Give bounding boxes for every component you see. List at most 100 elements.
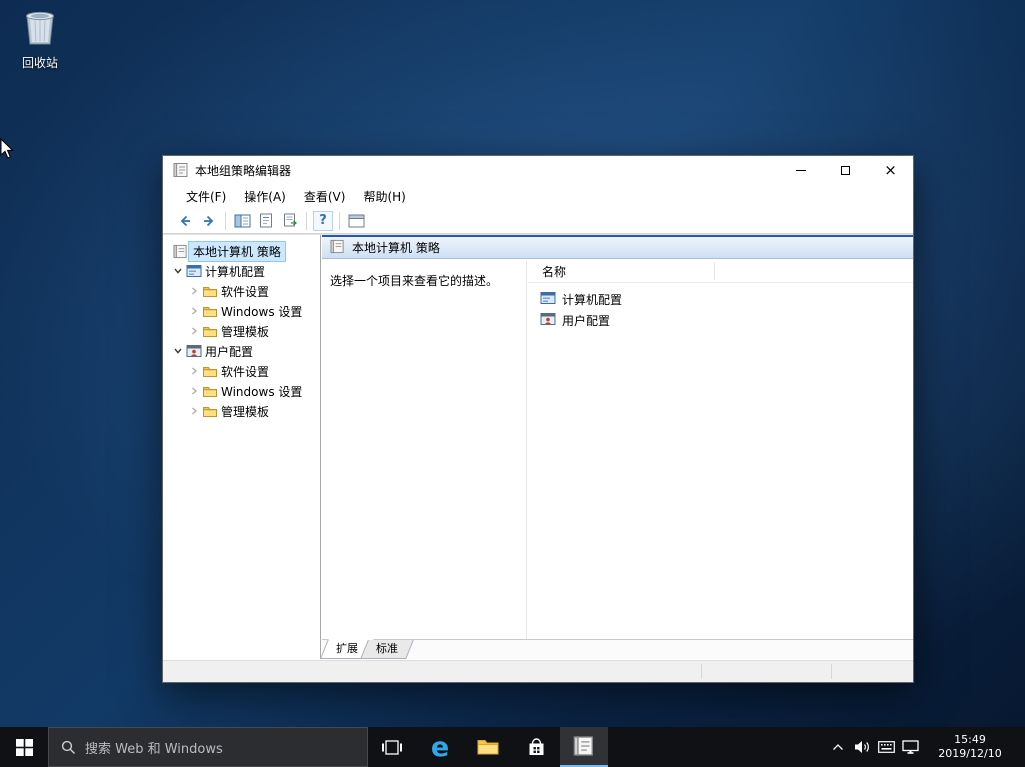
taskbar: 搜索 Web 和 Windows e: [0, 727, 1025, 767]
gpedit-icon: [173, 162, 189, 178]
new-window-button[interactable]: [344, 210, 368, 232]
folder-icon: [201, 323, 219, 339]
name-column-label: 名称: [542, 263, 566, 280]
result-header: 本地计算机 策略: [322, 235, 913, 259]
column-separator[interactable]: [714, 263, 715, 280]
tree-item-label: 计算机配置: [203, 263, 267, 280]
export-list-button[interactable]: [278, 210, 302, 232]
desktop: { "desktop": { "recycle_bin_label": "回收站…: [0, 0, 1025, 767]
help-icon: ?: [313, 211, 333, 231]
user-config-icon: [185, 343, 203, 359]
tree-item-administrative-templates[interactable]: 管理模板: [163, 401, 320, 421]
tree-item-label: Windows 设置: [219, 383, 304, 400]
folder-icon: [201, 403, 219, 419]
menu-bar: 文件(F) 操作(A) 查看(V) 帮助(H): [163, 184, 913, 208]
chevron-collapsed-icon[interactable]: [187, 306, 201, 316]
menu-action[interactable]: 操作(A): [235, 185, 295, 208]
tray-network-button[interactable]: [898, 727, 922, 767]
taskbar-search[interactable]: 搜索 Web 和 Windows: [48, 727, 368, 767]
toolbar-divider: [306, 212, 307, 230]
gpedit-taskbar-button[interactable]: [560, 727, 608, 767]
edge-button[interactable]: e: [416, 727, 464, 767]
gpedit-icon: [171, 244, 189, 259]
close-button[interactable]: ×: [868, 156, 913, 184]
computer-config-icon: [540, 290, 556, 309]
tray-volume-button[interactable]: [850, 727, 874, 767]
forward-button[interactable]: [197, 210, 221, 232]
show-console-tree-button[interactable]: [230, 210, 254, 232]
gpedit-window: 本地组策略编辑器 × 文件(F) 操作(A) 查看(V) 帮助(H): [162, 155, 914, 683]
minimize-button[interactable]: [778, 156, 823, 184]
chevron-collapsed-icon[interactable]: [187, 326, 201, 336]
back-icon: [177, 213, 193, 229]
store-button[interactable]: [512, 727, 560, 767]
task-view-icon: [382, 740, 402, 755]
menu-file[interactable]: 文件(F): [177, 185, 235, 208]
search-placeholder: 搜索 Web 和 Windows: [85, 738, 223, 757]
back-button[interactable]: [173, 210, 197, 232]
view-tabs: 扩展 标准: [322, 639, 913, 659]
chevron-collapsed-icon[interactable]: [187, 386, 201, 396]
tree-item-administrative-templates[interactable]: 管理模板: [163, 321, 320, 341]
tree-item-label: Windows 设置: [219, 303, 304, 320]
items-list: 名称 计算机配置: [528, 261, 913, 639]
folder-icon: [201, 363, 219, 379]
computer-config-icon: [185, 263, 203, 279]
keyboard-icon: [878, 741, 895, 753]
tab-standard[interactable]: 标准: [364, 640, 410, 659]
store-icon: [527, 737, 546, 758]
tray-touch-keyboard-button[interactable]: [874, 727, 898, 767]
mouse-cursor: [0, 138, 16, 164]
minimize-icon: [796, 170, 806, 171]
folder-icon: [201, 283, 219, 299]
chevron-collapsed-icon[interactable]: [187, 366, 201, 376]
chevron-expanded-icon[interactable]: [171, 346, 185, 356]
chevron-collapsed-icon[interactable]: [187, 406, 201, 416]
tray-show-hidden-icons-button[interactable]: [826, 727, 850, 767]
tree-item-local-computer-policy[interactable]: 本地计算机 策略: [163, 241, 320, 261]
tree-item-label: 用户配置: [203, 343, 255, 360]
tab-label: 扩展: [336, 642, 358, 655]
tree-item-label: 管理模板: [219, 403, 271, 420]
chevron-collapsed-icon[interactable]: [187, 286, 201, 296]
statusbar-divider: [831, 664, 832, 679]
taskbar-clock[interactable]: 15:49 2019/12/10: [929, 727, 1011, 767]
statusbar-divider: [701, 664, 702, 679]
chevron-expanded-icon[interactable]: [171, 266, 185, 276]
chevron-up-icon: [832, 743, 844, 751]
status-bar: [163, 660, 913, 682]
clock-time: 15:49: [929, 733, 1011, 747]
task-view-button[interactable]: [368, 727, 416, 767]
console-window-icon: [348, 214, 365, 228]
windows-logo-icon: [16, 739, 33, 756]
file-explorer-button[interactable]: [464, 727, 512, 767]
network-icon: [902, 740, 919, 755]
properties-button[interactable]: [254, 210, 278, 232]
list-item-user-configuration[interactable]: 用户配置: [540, 310, 913, 331]
start-button[interactable]: [0, 727, 48, 767]
recycle-bin-shortcut[interactable]: 回收站: [8, 6, 72, 71]
tree-item-user-configuration[interactable]: 用户配置: [163, 341, 320, 361]
folder-icon: [201, 383, 219, 399]
window-titlebar[interactable]: 本地组策略编辑器 ×: [163, 156, 913, 184]
console-tree-pane: 本地计算机 策略 计算机配置: [163, 235, 321, 659]
maximize-button[interactable]: [823, 156, 868, 184]
recycle-bin-label: 回收站: [8, 54, 72, 71]
tree-item-windows-settings[interactable]: Windows 设置: [163, 381, 320, 401]
description-text: 选择一个项目来查看它的描述。: [330, 273, 518, 290]
folder-icon: [201, 303, 219, 319]
name-column-header[interactable]: 名称: [528, 261, 913, 283]
menu-help[interactable]: 帮助(H): [354, 185, 414, 208]
tree-item-software-settings[interactable]: 软件设置: [163, 361, 320, 381]
list-item-label: 计算机配置: [562, 291, 622, 308]
window-title: 本地组策略编辑器: [195, 162, 291, 179]
help-button[interactable]: ?: [311, 210, 335, 232]
list-item-computer-configuration[interactable]: 计算机配置: [540, 289, 913, 310]
tree-item-software-settings[interactable]: 软件设置: [163, 281, 320, 301]
tree-item-windows-settings[interactable]: Windows 设置: [163, 301, 320, 321]
description-panel: 选择一个项目来查看它的描述。: [322, 261, 527, 639]
tree-item-label: 本地计算机 策略: [189, 242, 285, 261]
menu-view[interactable]: 查看(V): [295, 185, 355, 208]
tree-item-computer-configuration[interactable]: 计算机配置: [163, 261, 320, 281]
forward-icon: [201, 213, 217, 229]
